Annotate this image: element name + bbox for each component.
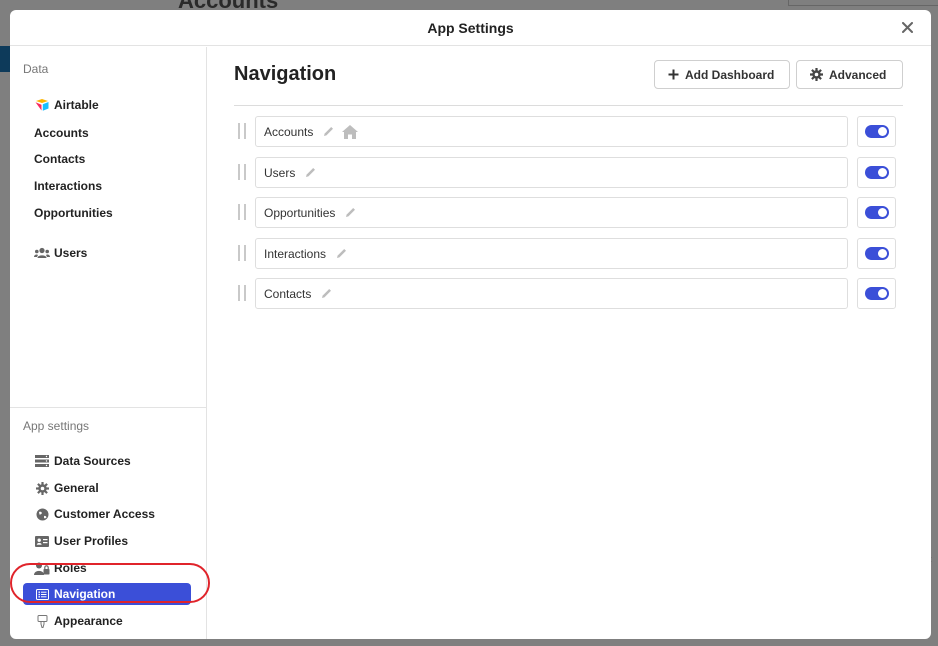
sidebar: Data Airtable Accounts Contacts Interact…	[10, 47, 210, 639]
globe-icon	[34, 507, 50, 521]
sidebar-item-label: Interactions	[34, 179, 103, 193]
nav-row-accounts: Accounts	[238, 116, 896, 147]
pencil-icon[interactable]	[304, 166, 317, 179]
toggle-box	[857, 238, 896, 269]
advanced-button[interactable]: Advanced	[796, 60, 903, 89]
sidebar-item-accounts[interactable]: Accounts	[23, 122, 191, 144]
advanced-label: Advanced	[829, 67, 887, 82]
sidebar-item-label: Opportunities	[34, 206, 113, 220]
nav-row-interactions: Interactions	[238, 238, 896, 269]
modal-header: App Settings	[10, 10, 931, 46]
add-dashboard-label: Add Dashboard	[685, 67, 775, 82]
user-lock-icon	[34, 561, 50, 575]
database-icon	[34, 454, 50, 468]
users-icon	[34, 246, 50, 260]
background-search-box	[788, 0, 938, 6]
sidebar-item-label: General	[54, 481, 99, 495]
sidebar-item-label: Data Sources	[54, 454, 131, 468]
drag-handle[interactable]	[238, 164, 246, 180]
sidebar-item-airtable[interactable]: Airtable	[23, 94, 191, 116]
drag-handle[interactable]	[238, 285, 246, 301]
navigation-settings-panel: Navigation Add Dashboard Advanced Accoun…	[207, 47, 931, 639]
sidebar-item-user-profiles[interactable]: User Profiles	[23, 530, 191, 552]
sidebar-item-label: Roles	[54, 561, 87, 575]
nav-row-label: Accounts	[264, 124, 314, 139]
pencil-icon[interactable]	[320, 287, 333, 300]
toggle-box	[857, 278, 896, 309]
add-dashboard-button[interactable]: Add Dashboard	[654, 60, 790, 89]
sidebar-item-label: Airtable	[54, 98, 99, 112]
nav-row-box: Interactions	[255, 238, 848, 269]
sidebar-item-appearance[interactable]: Appearance	[23, 610, 191, 632]
toggle-box	[857, 116, 896, 147]
drag-handle[interactable]	[238, 123, 246, 139]
close-icon	[901, 21, 913, 33]
sidebar-item-customer-access[interactable]: Customer Access	[23, 503, 191, 525]
nav-row-users: Users	[238, 157, 896, 188]
nav-row-box: Opportunities	[255, 197, 848, 228]
close-button[interactable]	[897, 17, 917, 37]
sidebar-section-app-settings: App settings	[23, 419, 90, 433]
background-accent-bar	[0, 46, 10, 72]
sidebar-item-data-sources[interactable]: Data Sources	[23, 450, 191, 472]
nav-row-label: Opportunities	[264, 205, 336, 220]
sidebar-section-data: Data	[23, 62, 49, 76]
sidebar-item-label: Users	[54, 246, 88, 260]
nav-row-label: Contacts	[264, 286, 312, 301]
sidebar-item-label: Navigation	[54, 587, 116, 601]
gear-icon	[810, 68, 823, 81]
sidebar-item-label: Accounts	[34, 126, 89, 140]
nav-row-contacts: Contacts	[238, 278, 896, 309]
sidebar-item-label: Appearance	[54, 614, 123, 628]
sidebar-item-navigation[interactable]: Navigation	[23, 583, 191, 605]
nav-row-box: Accounts	[255, 116, 848, 147]
home-icon	[341, 124, 359, 140]
pencil-icon[interactable]	[335, 247, 348, 260]
sidebar-item-interactions[interactable]: Interactions	[23, 175, 191, 197]
enable-toggle[interactable]	[864, 125, 889, 138]
enable-toggle[interactable]	[864, 247, 889, 260]
drag-handle[interactable]	[238, 204, 246, 220]
gear-icon	[34, 481, 50, 495]
sidebar-item-general[interactable]: General	[23, 477, 191, 499]
enable-toggle[interactable]	[864, 166, 889, 179]
pencil-icon[interactable]	[322, 125, 335, 138]
plus-icon	[668, 69, 679, 80]
sidebar-item-label: Customer Access	[54, 507, 155, 521]
toggle-box	[857, 157, 896, 188]
enable-toggle[interactable]	[864, 206, 889, 219]
enable-toggle[interactable]	[864, 287, 889, 300]
nav-row-label: Users	[264, 165, 296, 180]
page-title: Navigation	[234, 63, 337, 85]
title-divider	[234, 105, 903, 106]
app-settings-modal: App Settings Data Airtable Accounts Cont…	[10, 10, 931, 639]
sidebar-item-opportunities[interactable]: Opportunities	[23, 202, 191, 224]
sidebar-item-roles[interactable]: Roles	[23, 557, 191, 579]
nav-row-box: Users	[255, 157, 848, 188]
nav-row-opportunities: Opportunities	[238, 197, 896, 228]
id-card-icon	[34, 534, 50, 548]
nav-row-box: Contacts	[255, 278, 848, 309]
sidebar-divider	[10, 407, 206, 408]
toggle-box	[857, 197, 896, 228]
drag-handle[interactable]	[238, 245, 246, 261]
modal-title: App Settings	[427, 19, 514, 36]
sidebar-item-label: Contacts	[34, 152, 86, 166]
sidebar-item-label: User Profiles	[54, 534, 129, 548]
list-icon	[34, 587, 50, 601]
airtable-icon	[34, 98, 50, 112]
nav-row-label: Interactions	[264, 246, 327, 261]
pencil-icon[interactable]	[344, 206, 357, 219]
sidebar-item-contacts[interactable]: Contacts	[23, 148, 191, 170]
brush-icon	[34, 614, 50, 628]
sidebar-item-users[interactable]: Users	[23, 242, 191, 264]
